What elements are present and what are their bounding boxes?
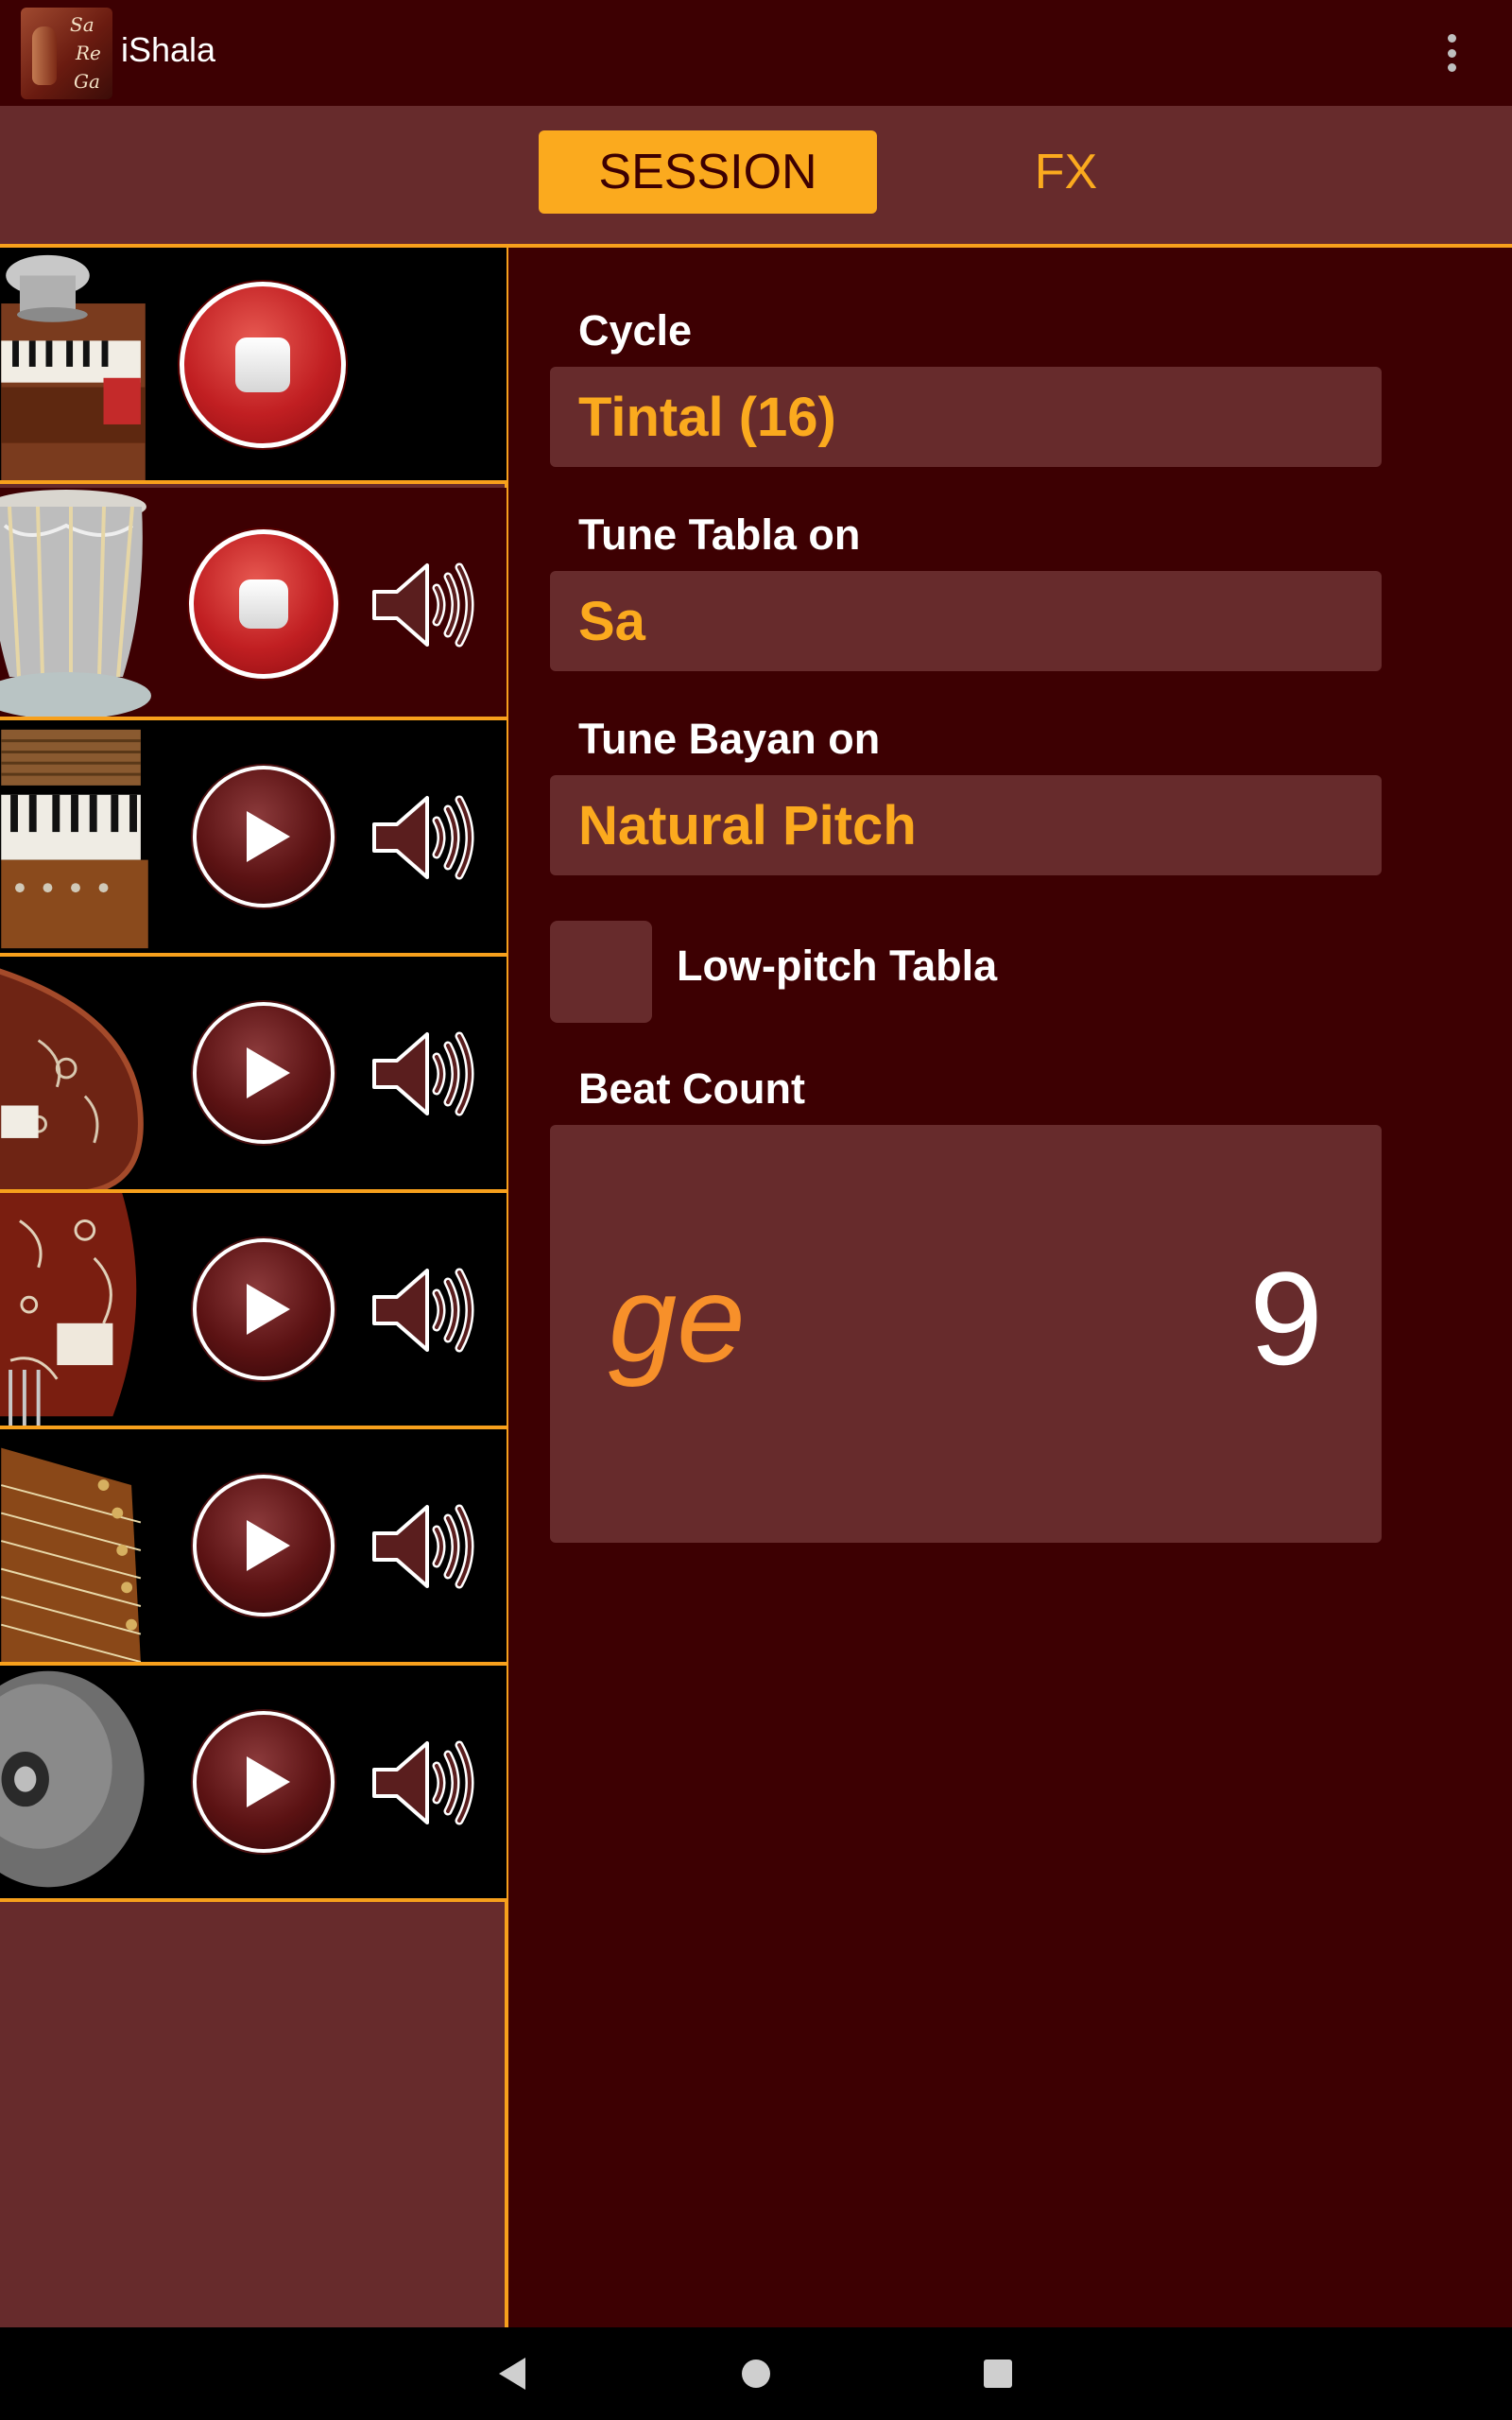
tune-tabla-select[interactable]: Sa (550, 571, 1382, 671)
stop-button[interactable] (189, 529, 338, 679)
cycle-label: Cycle (578, 306, 693, 354)
sitar-image (0, 1193, 150, 1429)
play-button[interactable] (193, 1475, 335, 1616)
manjira-image (0, 1666, 149, 1898)
instrument-row-harmonium (0, 717, 507, 957)
current-bol: ge (609, 1250, 746, 1388)
tabla-image (0, 490, 151, 719)
tab-session[interactable]: SESSION (539, 130, 877, 214)
volume-icon[interactable] (369, 1265, 480, 1356)
tab-bar: SESSION FX (0, 106, 1512, 248)
cycle-select[interactable]: Tintal (16) (550, 367, 1382, 467)
surahi-icon (32, 26, 57, 85)
swarmandal-image (1, 1429, 150, 1666)
logo-letter-ga: Ga (74, 70, 100, 93)
settings-panel: Cycle Tintal (16) Tune Tabla on Sa Tune … (510, 248, 1512, 2327)
instrument-row-tabla (0, 488, 507, 722)
back-icon[interactable] (499, 2358, 525, 2390)
tune-tabla-value: Sa (578, 591, 645, 652)
beat-count-display: ge 9 (550, 1125, 1382, 1543)
play-icon (247, 1756, 290, 1807)
play-icon (247, 1047, 290, 1098)
harmonium-image (1, 720, 150, 957)
play-icon (247, 811, 290, 862)
volume-icon[interactable] (369, 1501, 480, 1592)
logo-letter-sa: Sa (70, 13, 94, 36)
tune-tabla-label: Tune Tabla on (578, 510, 861, 559)
instrument-row-tabla-harmonium (0, 248, 507, 484)
volume-icon[interactable] (369, 1737, 480, 1828)
tabla-harmonium-image (1, 254, 146, 480)
instrument-row-swarmandal (0, 1426, 507, 1666)
volume-icon[interactable] (369, 560, 480, 650)
instrument-row-tanpura (0, 953, 507, 1193)
instrument-panel (0, 248, 508, 2327)
overflow-menu-icon[interactable] (1436, 28, 1467, 78)
stop-button[interactable] (180, 282, 346, 448)
app-logo: Sa Re Ga (21, 8, 112, 99)
system-nav-bar (0, 2327, 1512, 2420)
tune-bayan-value: Natural Pitch (578, 795, 917, 856)
volume-icon[interactable] (369, 792, 480, 883)
home-icon[interactable] (742, 2360, 770, 2388)
app-bar: Sa Re Ga iShala (0, 0, 1512, 106)
logo-letter-re: Re (76, 42, 101, 64)
play-icon (247, 1284, 290, 1335)
tune-bayan-select[interactable]: Natural Pitch (550, 775, 1382, 875)
volume-icon[interactable] (369, 1028, 480, 1119)
play-button[interactable] (193, 1002, 335, 1144)
low-pitch-tabla-checkbox[interactable] (550, 921, 652, 1023)
stop-icon (239, 579, 288, 629)
tanpura-image (0, 957, 150, 1193)
recent-apps-icon[interactable] (984, 2360, 1012, 2388)
cycle-value: Tintal (16) (578, 387, 836, 448)
app-title: iShala (121, 30, 216, 69)
instrument-row-manjira (0, 1662, 507, 1902)
stop-icon (235, 337, 290, 392)
tab-fx[interactable]: FX (953, 130, 1179, 214)
instrument-row-sitar (0, 1189, 507, 1429)
current-beat-number: 9 (1249, 1244, 1323, 1392)
play-button[interactable] (193, 1711, 335, 1853)
play-button[interactable] (193, 1238, 335, 1380)
beat-count-label: Beat Count (578, 1064, 805, 1113)
play-icon (247, 1520, 290, 1571)
tune-bayan-label: Tune Bayan on (578, 715, 881, 763)
play-button[interactable] (193, 766, 335, 908)
low-pitch-tabla-label: Low-pitch Tabla (677, 942, 998, 990)
